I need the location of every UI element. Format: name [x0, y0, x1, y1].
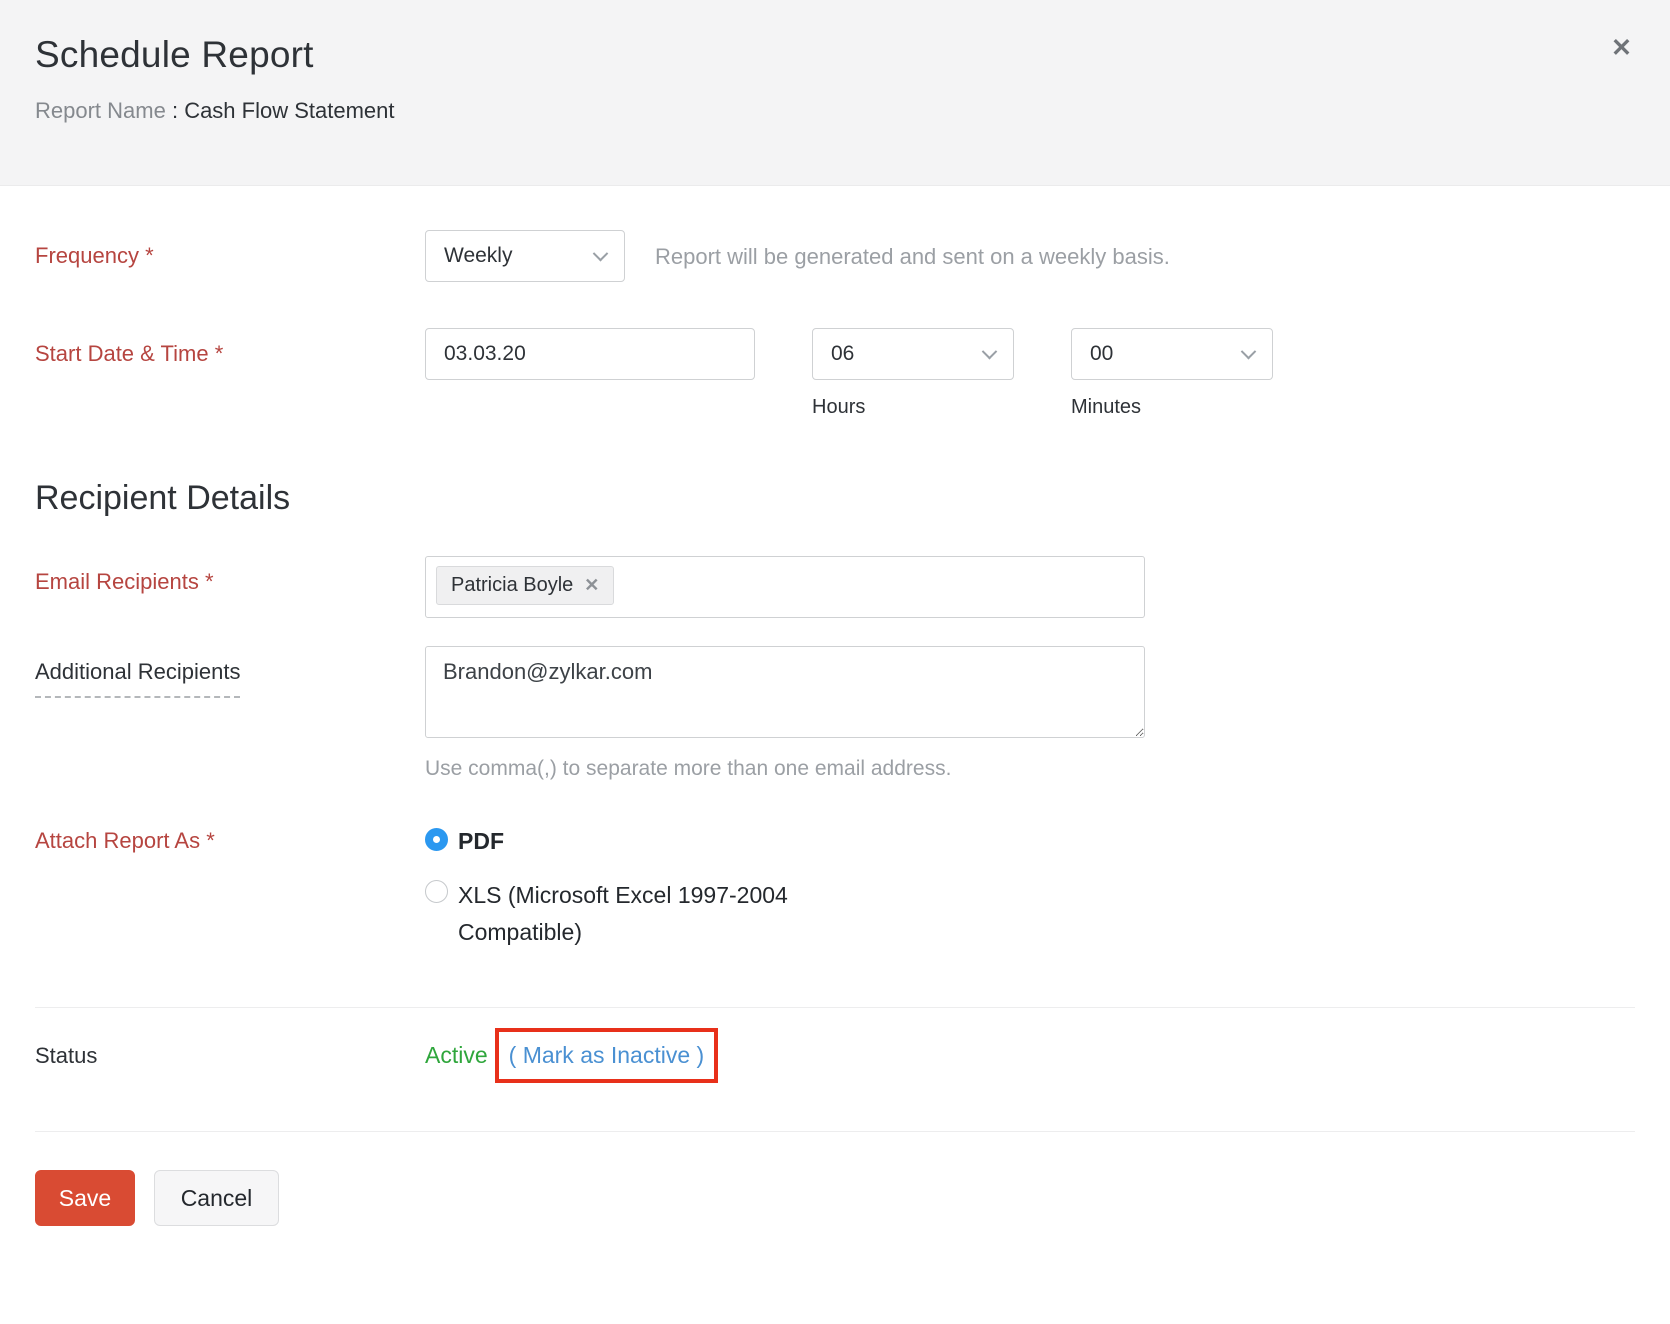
start-date-label: Start Date & Time * — [35, 341, 223, 366]
attach-report-label: Attach Report As * — [35, 828, 215, 853]
hours-select[interactable]: 06 — [812, 328, 1014, 380]
close-icon[interactable]: ✕ — [1611, 36, 1632, 61]
mark-as-inactive-link[interactable]: ( Mark as Inactive ) — [509, 1042, 705, 1068]
required-asterisk: * — [206, 828, 215, 853]
frequency-row: Frequency * Weekly Report will be genera… — [35, 230, 1635, 282]
frequency-select[interactable]: Weekly — [425, 230, 625, 282]
minutes-select-value: 00 — [1090, 342, 1113, 366]
divider — [35, 1007, 1635, 1008]
status-row: Status Active ( Mark as Inactive ) — [35, 1028, 1635, 1083]
radio-unselected-icon[interactable] — [425, 880, 448, 903]
recipient-chip: Patricia Boyle ✕ — [436, 566, 614, 605]
radio-pdf-label: PDF — [458, 827, 504, 857]
radio-xls-label: XLS (Microsoft Excel 1997-2004 Compatibl… — [458, 877, 833, 952]
minutes-group: 00 Minutes — [1071, 328, 1273, 419]
hours-group: 06 Hours — [812, 328, 1014, 419]
chevron-down-icon — [593, 245, 609, 261]
start-date-input[interactable] — [425, 328, 755, 380]
report-name-separator: : — [166, 98, 184, 123]
cancel-button[interactable]: Cancel — [154, 1170, 279, 1226]
chevron-down-icon — [1241, 343, 1257, 359]
email-recipients-input[interactable]: Patricia Boyle ✕ — [425, 556, 1145, 618]
additional-recipients-textarea[interactable]: Brandon@zylkar.com — [425, 646, 1145, 738]
minutes-select[interactable]: 00 — [1071, 328, 1273, 380]
report-name-line: Report Name : Cash Flow Statement — [35, 98, 1630, 124]
status-value: Active — [425, 1042, 488, 1069]
modal-header: Schedule Report Report Name : Cash Flow … — [0, 0, 1670, 186]
frequency-select-value: Weekly — [444, 244, 512, 268]
modal-footer: Save Cancel — [0, 1132, 1670, 1264]
recipient-chip-label: Patricia Boyle — [451, 574, 573, 597]
section-title-recipient-details: Recipient Details — [35, 479, 1635, 518]
chevron-down-icon — [982, 343, 998, 359]
attach-report-row: Attach Report As * PDF XLS (Microsoft Ex… — [35, 825, 1635, 951]
minutes-label: Minutes — [1071, 396, 1273, 419]
radio-selected-icon[interactable] — [425, 828, 448, 851]
modal-body: Frequency * Weekly Report will be genera… — [0, 230, 1670, 1132]
required-asterisk: * — [145, 243, 154, 268]
required-asterisk: * — [205, 569, 214, 594]
start-date-row: Start Date & Time * 06 Hours 00 Minutes — [35, 328, 1635, 419]
required-asterisk: * — [215, 341, 224, 366]
status-label: Status — [35, 1043, 97, 1068]
hours-select-value: 06 — [831, 342, 854, 366]
save-button[interactable]: Save — [35, 1170, 135, 1226]
additional-recipients-label: Additional Recipients — [35, 659, 240, 698]
page-title: Schedule Report — [35, 34, 1630, 76]
additional-recipients-row: Additional Recipients Brandon@zylkar.com… — [35, 646, 1635, 781]
annotation-highlight-box: ( Mark as Inactive ) — [495, 1028, 719, 1083]
frequency-helper-text: Report will be generated and sent on a w… — [655, 242, 1170, 270]
additional-recipients-helper: Use comma(,) to separate more than one e… — [425, 757, 1145, 781]
email-recipients-row: Email Recipients * Patricia Boyle ✕ — [35, 556, 1635, 618]
chip-remove-icon[interactable]: ✕ — [584, 575, 599, 596]
attach-report-options: PDF XLS (Microsoft Excel 1997-2004 Compa… — [425, 825, 833, 951]
radio-option-xls[interactable]: XLS (Microsoft Excel 1997-2004 Compatibl… — [425, 877, 833, 952]
report-name-value: Cash Flow Statement — [184, 98, 394, 123]
report-name-label: Report Name — [35, 98, 166, 123]
frequency-label: Frequency * — [35, 243, 154, 268]
radio-option-pdf[interactable]: PDF — [425, 825, 833, 857]
hours-label: Hours — [812, 396, 1014, 419]
email-recipients-label: Email Recipients * — [35, 569, 214, 594]
